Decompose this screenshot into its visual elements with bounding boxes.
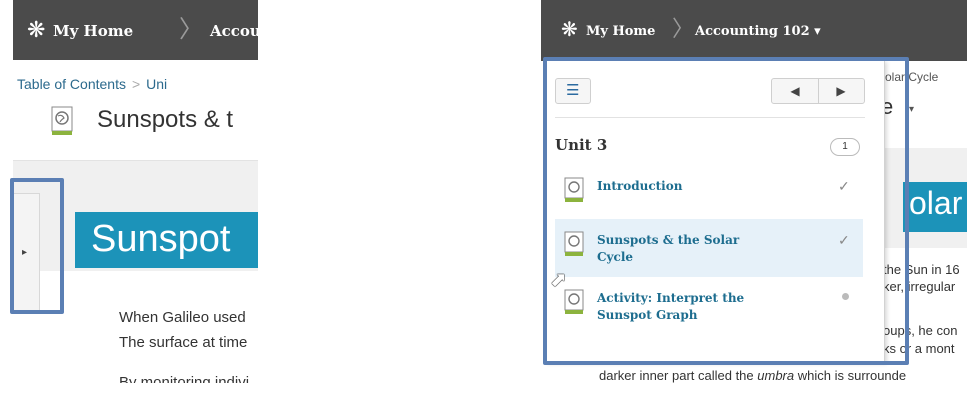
top-navbar: ❋ My Home 〉 Accou (13, 0, 258, 60)
paragraph-line: When Galileo used (119, 309, 246, 326)
breadcrumb-separator-icon: > (131, 76, 141, 92)
highlight-box (543, 57, 909, 365)
chevron-right-icon: 〉 (179, 16, 203, 43)
content-banner: Sunspot (75, 212, 258, 268)
highlight-box (10, 178, 64, 314)
paragraph-line: The surface at time (119, 334, 248, 351)
banner-title: Sunspot (91, 218, 231, 260)
breadcrumb-unit[interactable]: Uni (146, 76, 167, 92)
paragraph-line: darker inner part called the umbra which… (599, 368, 906, 383)
breadcrumb-toc[interactable]: Table of Contents (17, 76, 126, 92)
paragraph-text: which is surrounde (794, 368, 907, 383)
course-menu[interactable]: Accounting 102 ▾ (695, 24, 821, 39)
home-icon[interactable]: ❋ (561, 20, 578, 40)
banner-title: olar (909, 185, 963, 221)
top-navbar: ❋ My Home 〉 Accounting 102 ▾ (541, 0, 967, 61)
emphasized-term: umbra (757, 368, 795, 383)
page-title: Sunspots & t (97, 106, 234, 133)
my-home-link[interactable]: My Home (53, 22, 133, 40)
course-menu[interactable]: Accou (210, 22, 258, 40)
my-home-link[interactable]: My Home (586, 24, 655, 39)
paragraph-text: darker inner part called the (599, 368, 758, 383)
paragraph-line: By monitoring indivi (119, 374, 250, 383)
web-page-icon (51, 106, 73, 135)
content-paragraph: When Galileo used The surface at time (119, 305, 247, 355)
content-banner: olar (903, 182, 967, 232)
home-icon[interactable]: ❋ (27, 19, 45, 41)
breadcrumb: Table of Contents > Uni (17, 76, 167, 92)
caret-down-icon[interactable]: ▾ (909, 104, 914, 115)
chevron-right-icon: 〉 (672, 16, 695, 41)
